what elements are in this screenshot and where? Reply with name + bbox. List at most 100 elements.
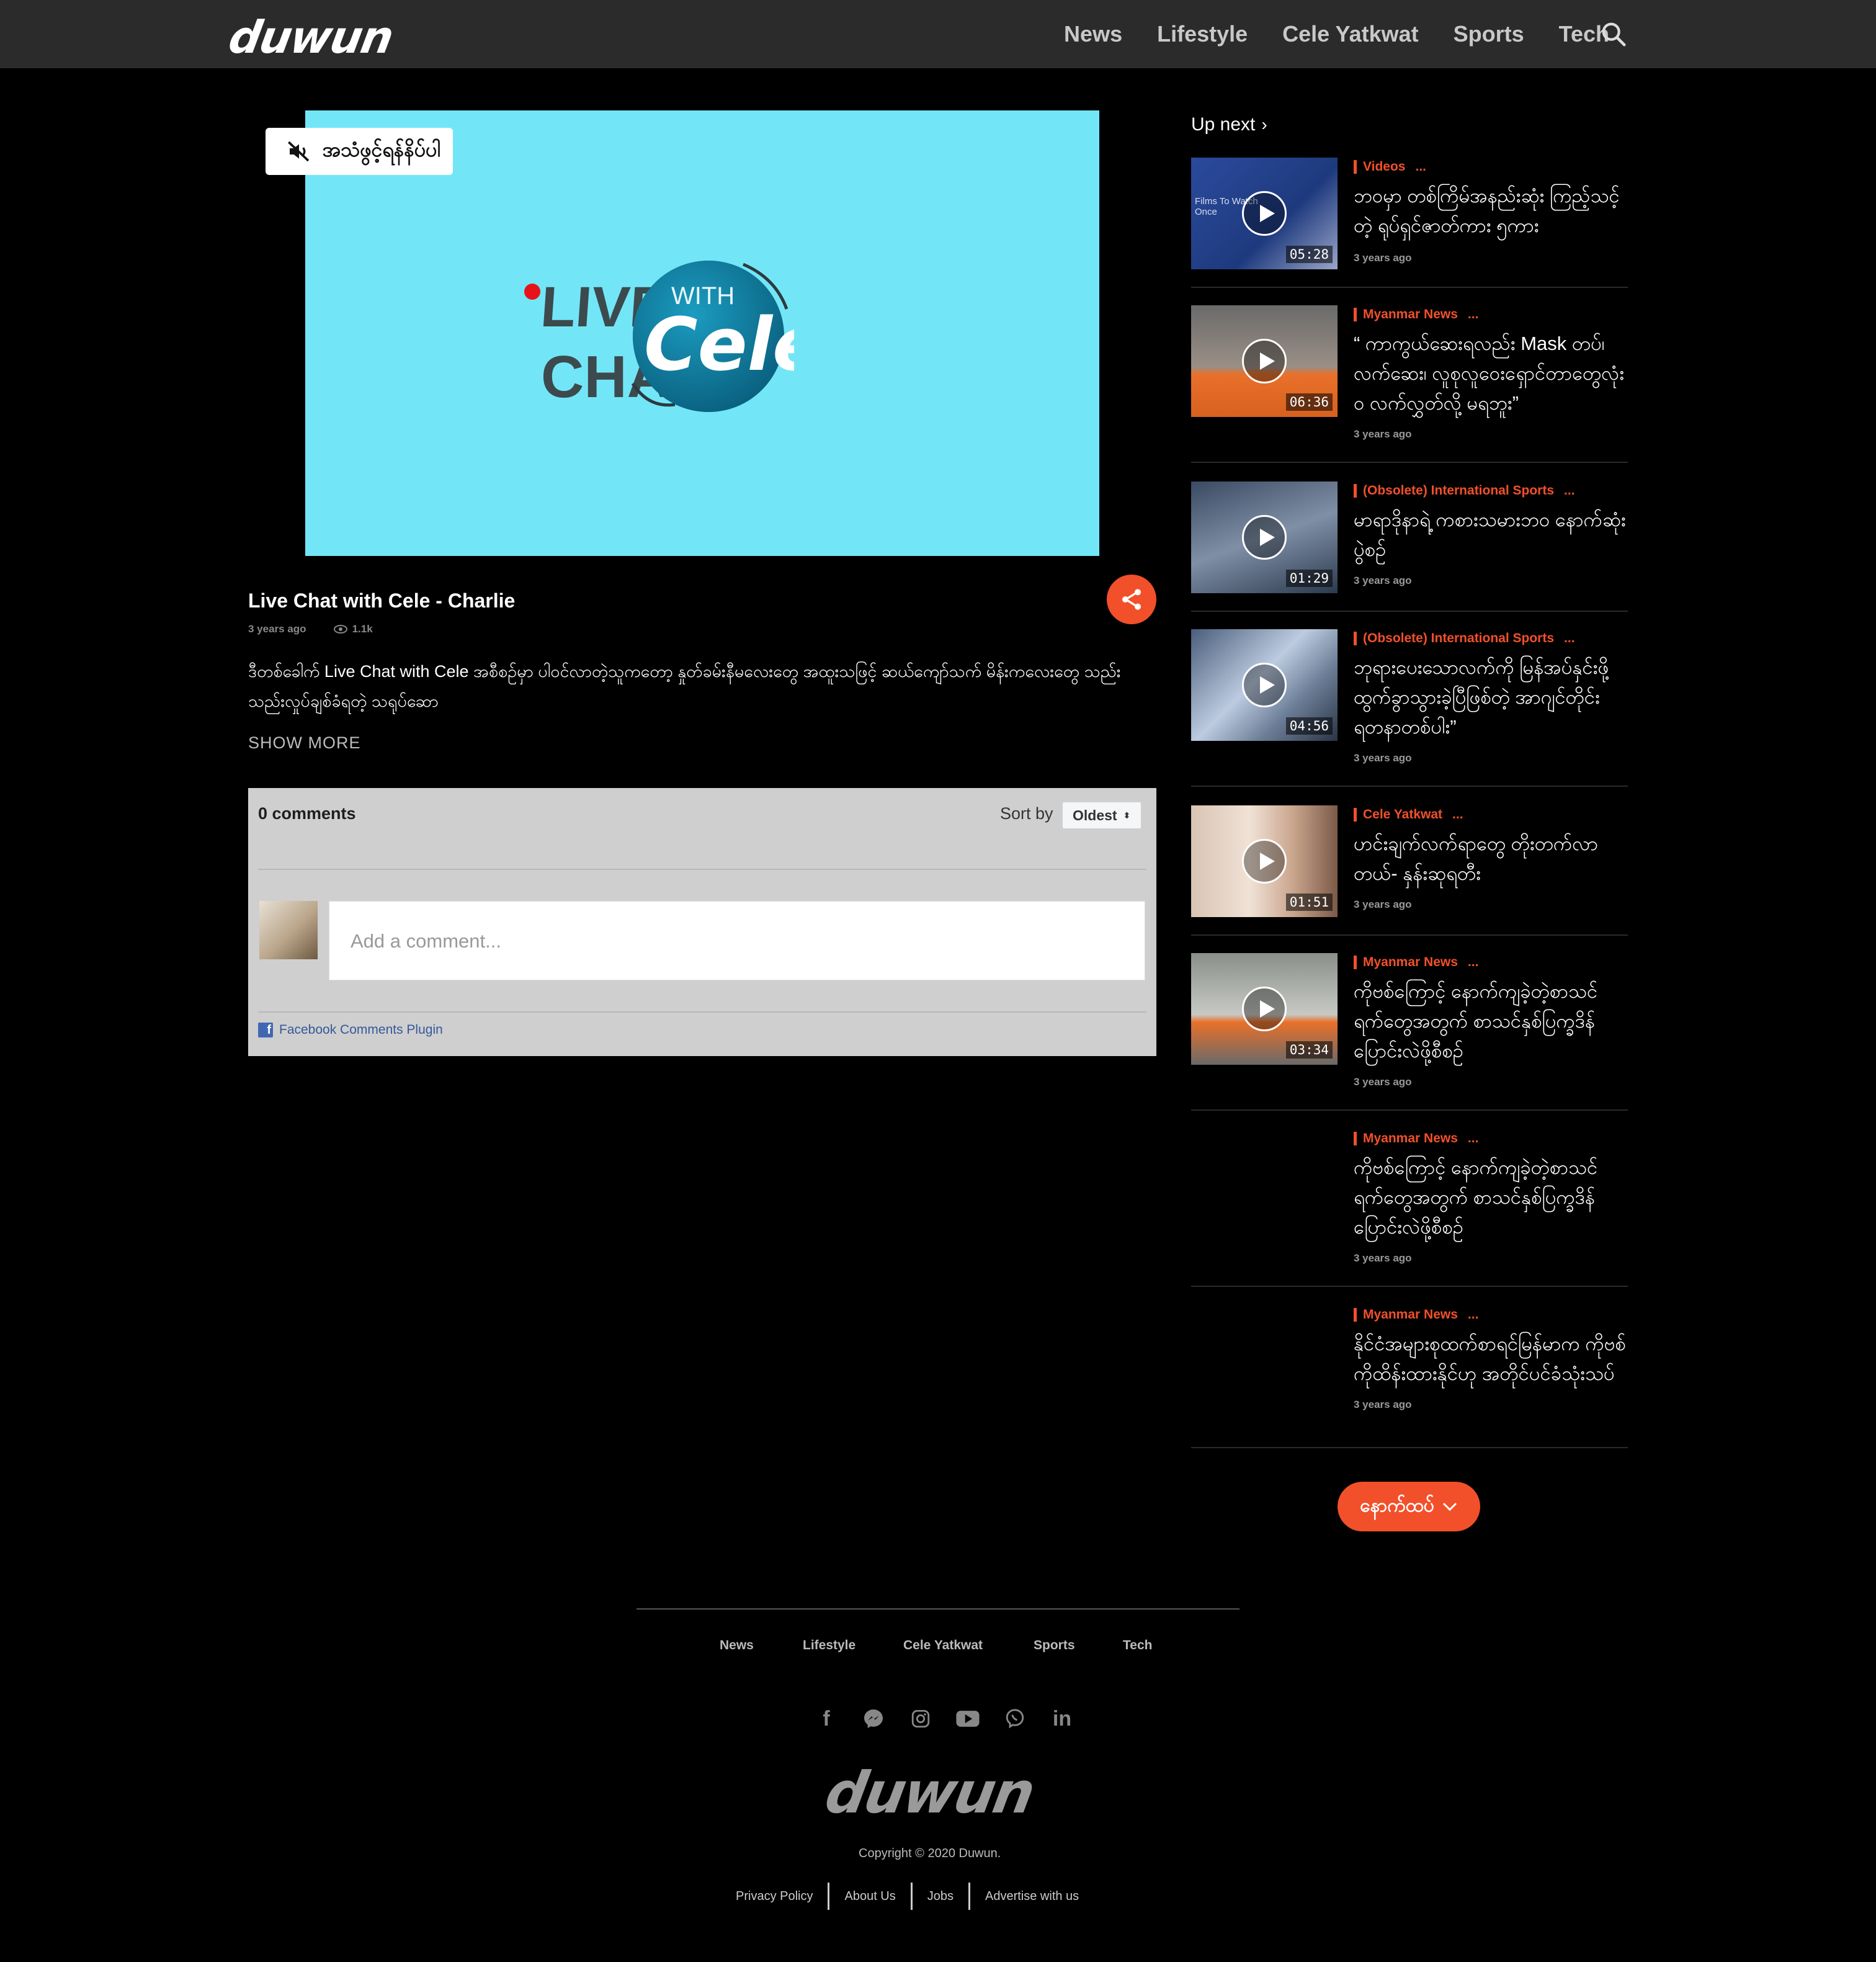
plugin-label: Facebook Comments Plugin — [279, 1023, 443, 1037]
card-category[interactable]: Myanmar News... — [1354, 1132, 1478, 1145]
card-title[interactable]: နိုင်ငံအများစုထက်စာရင်မြန်မာက ကိုဗစ်ကိုထ… — [1354, 1329, 1627, 1389]
video-thumbnail: 01:29 — [1191, 482, 1338, 593]
card-title[interactable]: ဘဝမှာ တစ်ကြိမ်အနည်းဆုံး ကြည့်သင့်တဲ့ ရုပ… — [1354, 181, 1627, 241]
unmute-label: အသံဖွင့်ရန်နိပ်ပါ — [323, 138, 440, 161]
footer-separator — [968, 1883, 970, 1910]
sort-label: Sort by — [1000, 804, 1053, 823]
facebook-icon: f — [258, 1023, 273, 1037]
footer-link-news[interactable]: News — [720, 1638, 803, 1653]
video-card[interactable]: 03:34 Myanmar News... ကိုဗစ်ကြောင့် နောက… — [1191, 953, 1628, 1111]
social-links: f in — [813, 1705, 1076, 1732]
sort-select[interactable]: Oldest ⬍ — [1062, 802, 1141, 829]
video-duration: 01:29 — [1285, 570, 1333, 587]
footer-links: Privacy Policy About Us Jobs Advertise w… — [736, 1883, 1079, 1910]
card-category[interactable]: Myanmar News... — [1354, 956, 1478, 969]
card-title[interactable]: ဟင်းချက်လက်ရာတွေ တိုးတက်လာတယ်- နှန်းဆုရတ… — [1354, 829, 1627, 889]
jobs-link[interactable]: Jobs — [927, 1889, 954, 1904]
user-avatar — [259, 901, 318, 959]
nav-link-cele-yatkwat[interactable]: Cele Yatkwat — [1282, 21, 1418, 47]
viber-icon[interactable] — [1001, 1705, 1029, 1732]
comments-divider — [258, 869, 1146, 870]
video-duration: 05:28 — [1285, 246, 1333, 263]
facebook-icon[interactable]: f — [813, 1705, 840, 1732]
card-category[interactable]: Videos... — [1354, 160, 1426, 174]
play-icon — [1242, 839, 1287, 884]
card-category[interactable]: (Obsolete) International Sports... — [1354, 632, 1575, 645]
nav-link-lifestyle[interactable]: Lifestyle — [1157, 21, 1248, 47]
load-more-button[interactable]: နောက်ထပ် — [1338, 1482, 1480, 1531]
messenger-icon[interactable] — [860, 1705, 887, 1732]
video-thumbnail: 01:51 — [1191, 805, 1338, 917]
load-more-label: နောက်ထပ် — [1360, 1495, 1434, 1516]
instagram-icon[interactable] — [907, 1705, 934, 1732]
card-ago: 3 years ago — [1354, 252, 1412, 264]
video-card[interactable]: Myanmar News... ကိုဗစ်ကြောင့် နောက်ကျခဲ့… — [1191, 1129, 1628, 1287]
video-card[interactable]: 01:29 (Obsolete) International Sports...… — [1191, 482, 1628, 612]
video-thumbnail: 06:36 — [1191, 305, 1338, 417]
footer-link-sports[interactable]: Sports — [1034, 1638, 1123, 1653]
footer-link-cele-yatkwat[interactable]: Cele Yatkwat — [903, 1638, 1034, 1653]
card-title[interactable]: ကိုဗစ်ကြောင့် နောက်ကျခဲ့တဲ့စာသင်ရက်တွေအတ… — [1354, 977, 1627, 1066]
share-button[interactable] — [1107, 575, 1156, 624]
duwun-logo[interactable]: duwun — [225, 11, 397, 63]
footer-link-tech[interactable]: Tech — [1123, 1638, 1152, 1653]
card-title[interactable]: “ ကာကွယ်ဆေးရလည်း Mask တပ်၊ လက်ဆေး၊ လူစုလ… — [1354, 329, 1627, 418]
card-category[interactable]: Cele Yatkwat... — [1354, 808, 1463, 822]
footer-logo[interactable]: duwun — [821, 1760, 1038, 1826]
footer-separator — [828, 1883, 830, 1910]
advertise-link[interactable]: Advertise with us — [985, 1889, 1079, 1904]
play-icon — [1242, 663, 1287, 707]
video-description: ဒီတစ်ခေါက် Live Chat with Cele အစီစဉ်မှာ… — [248, 662, 1121, 710]
unmute-button[interactable]: အသံဖွင့်ရန်နိပ်ပါ — [266, 128, 453, 175]
nav-link-news[interactable]: News — [1064, 21, 1122, 47]
footer-nav: News Lifestyle Cele Yatkwat Sports Tech — [720, 1638, 1152, 1653]
card-ago: 3 years ago — [1354, 898, 1412, 910]
video-duration: 01:51 — [1285, 894, 1333, 911]
card-title[interactable]: ဘုရားပေးသောလက်ကို မြန်အပ်နှင်းဖို့ ထွက်ခ… — [1354, 653, 1627, 742]
nav-link-sports[interactable]: Sports — [1454, 21, 1524, 47]
card-ago: 3 years ago — [1354, 575, 1412, 586]
footer-separator — [910, 1883, 913, 1910]
linkedin-icon[interactable]: in — [1048, 1705, 1076, 1732]
play-icon — [1242, 339, 1287, 383]
card-category[interactable]: (Obsolete) International Sports... — [1354, 484, 1575, 498]
card-title[interactable]: မာရာဒိုနာရဲ့ ကစားသမားဘဝ နောက်ဆုံးပွဲစဉ် — [1354, 505, 1627, 565]
search-icon[interactable] — [1599, 20, 1628, 48]
play-icon — [1242, 515, 1287, 560]
about-us-link[interactable]: About Us — [844, 1889, 895, 1904]
up-next-label: Up next — [1191, 114, 1256, 135]
show-more-button[interactable]: SHOW MORE — [248, 733, 361, 753]
video-player[interactable]: အသံဖွင့်ရန်နိပ်ပါ LIVE CHAT WITH Cele — [248, 110, 1156, 556]
comment-input[interactable]: Add a comment... — [329, 901, 1145, 980]
logo-cele-text: Cele — [644, 302, 794, 387]
chevron-down-icon — [1442, 1502, 1457, 1512]
footer-divider — [636, 1608, 1240, 1610]
card-title[interactable]: ကိုဗစ်ကြောင့် နောက်ကျခဲ့တဲ့စာသင်ရက်တွေအတ… — [1354, 1153, 1627, 1242]
video-card[interactable]: Myanmar News... နိုင်ငံအများစုထက်စာရင်မြ… — [1191, 1306, 1628, 1448]
live-chat-with-cele-logo: LIVE CHAT WITH Cele — [524, 261, 794, 412]
video-card[interactable]: Films To Watch Once 05:28 Videos... ဘဝမှ… — [1191, 158, 1628, 288]
card-ago: 3 years ago — [1354, 1076, 1412, 1088]
share-icon — [1122, 589, 1141, 610]
video-card[interactable]: 06:36 Myanmar News... “ ကာကွယ်ဆေးရလည်း M… — [1191, 305, 1628, 463]
video-duration: 04:56 — [1285, 717, 1333, 735]
video-thumbnail: Films To Watch Once 05:28 — [1191, 158, 1338, 269]
chevron-right-icon: › — [1261, 115, 1267, 134]
video-card[interactable]: 01:51 Cele Yatkwat... ဟင်းချက်လက်ရာတွေ တ… — [1191, 805, 1628, 936]
video-meta: 3 years ago 1.1k — [248, 623, 373, 635]
video-card[interactable]: 04:56 (Obsolete) International Sports...… — [1191, 629, 1628, 787]
top-navbar: duwun News Lifestyle Cele Yatkwat Sports… — [0, 0, 1876, 68]
card-category[interactable]: Myanmar News... — [1354, 308, 1478, 321]
footer-link-lifestyle[interactable]: Lifestyle — [803, 1638, 903, 1653]
card-ago: 3 years ago — [1354, 428, 1412, 440]
card-ago: 3 years ago — [1354, 1252, 1412, 1264]
privacy-policy-link[interactable]: Privacy Policy — [736, 1889, 813, 1904]
up-next-heading[interactable]: Up next › — [1191, 114, 1267, 135]
views-count: 1.1k — [352, 623, 373, 635]
card-category[interactable]: Myanmar News... — [1354, 1308, 1478, 1322]
video-thumbnail: 03:34 — [1191, 953, 1338, 1065]
play-icon — [1242, 987, 1287, 1031]
facebook-plugin-link[interactable]: f Facebook Comments Plugin — [258, 1023, 443, 1037]
youtube-icon[interactable] — [954, 1705, 981, 1732]
comment-count: 0 comments — [258, 804, 356, 823]
